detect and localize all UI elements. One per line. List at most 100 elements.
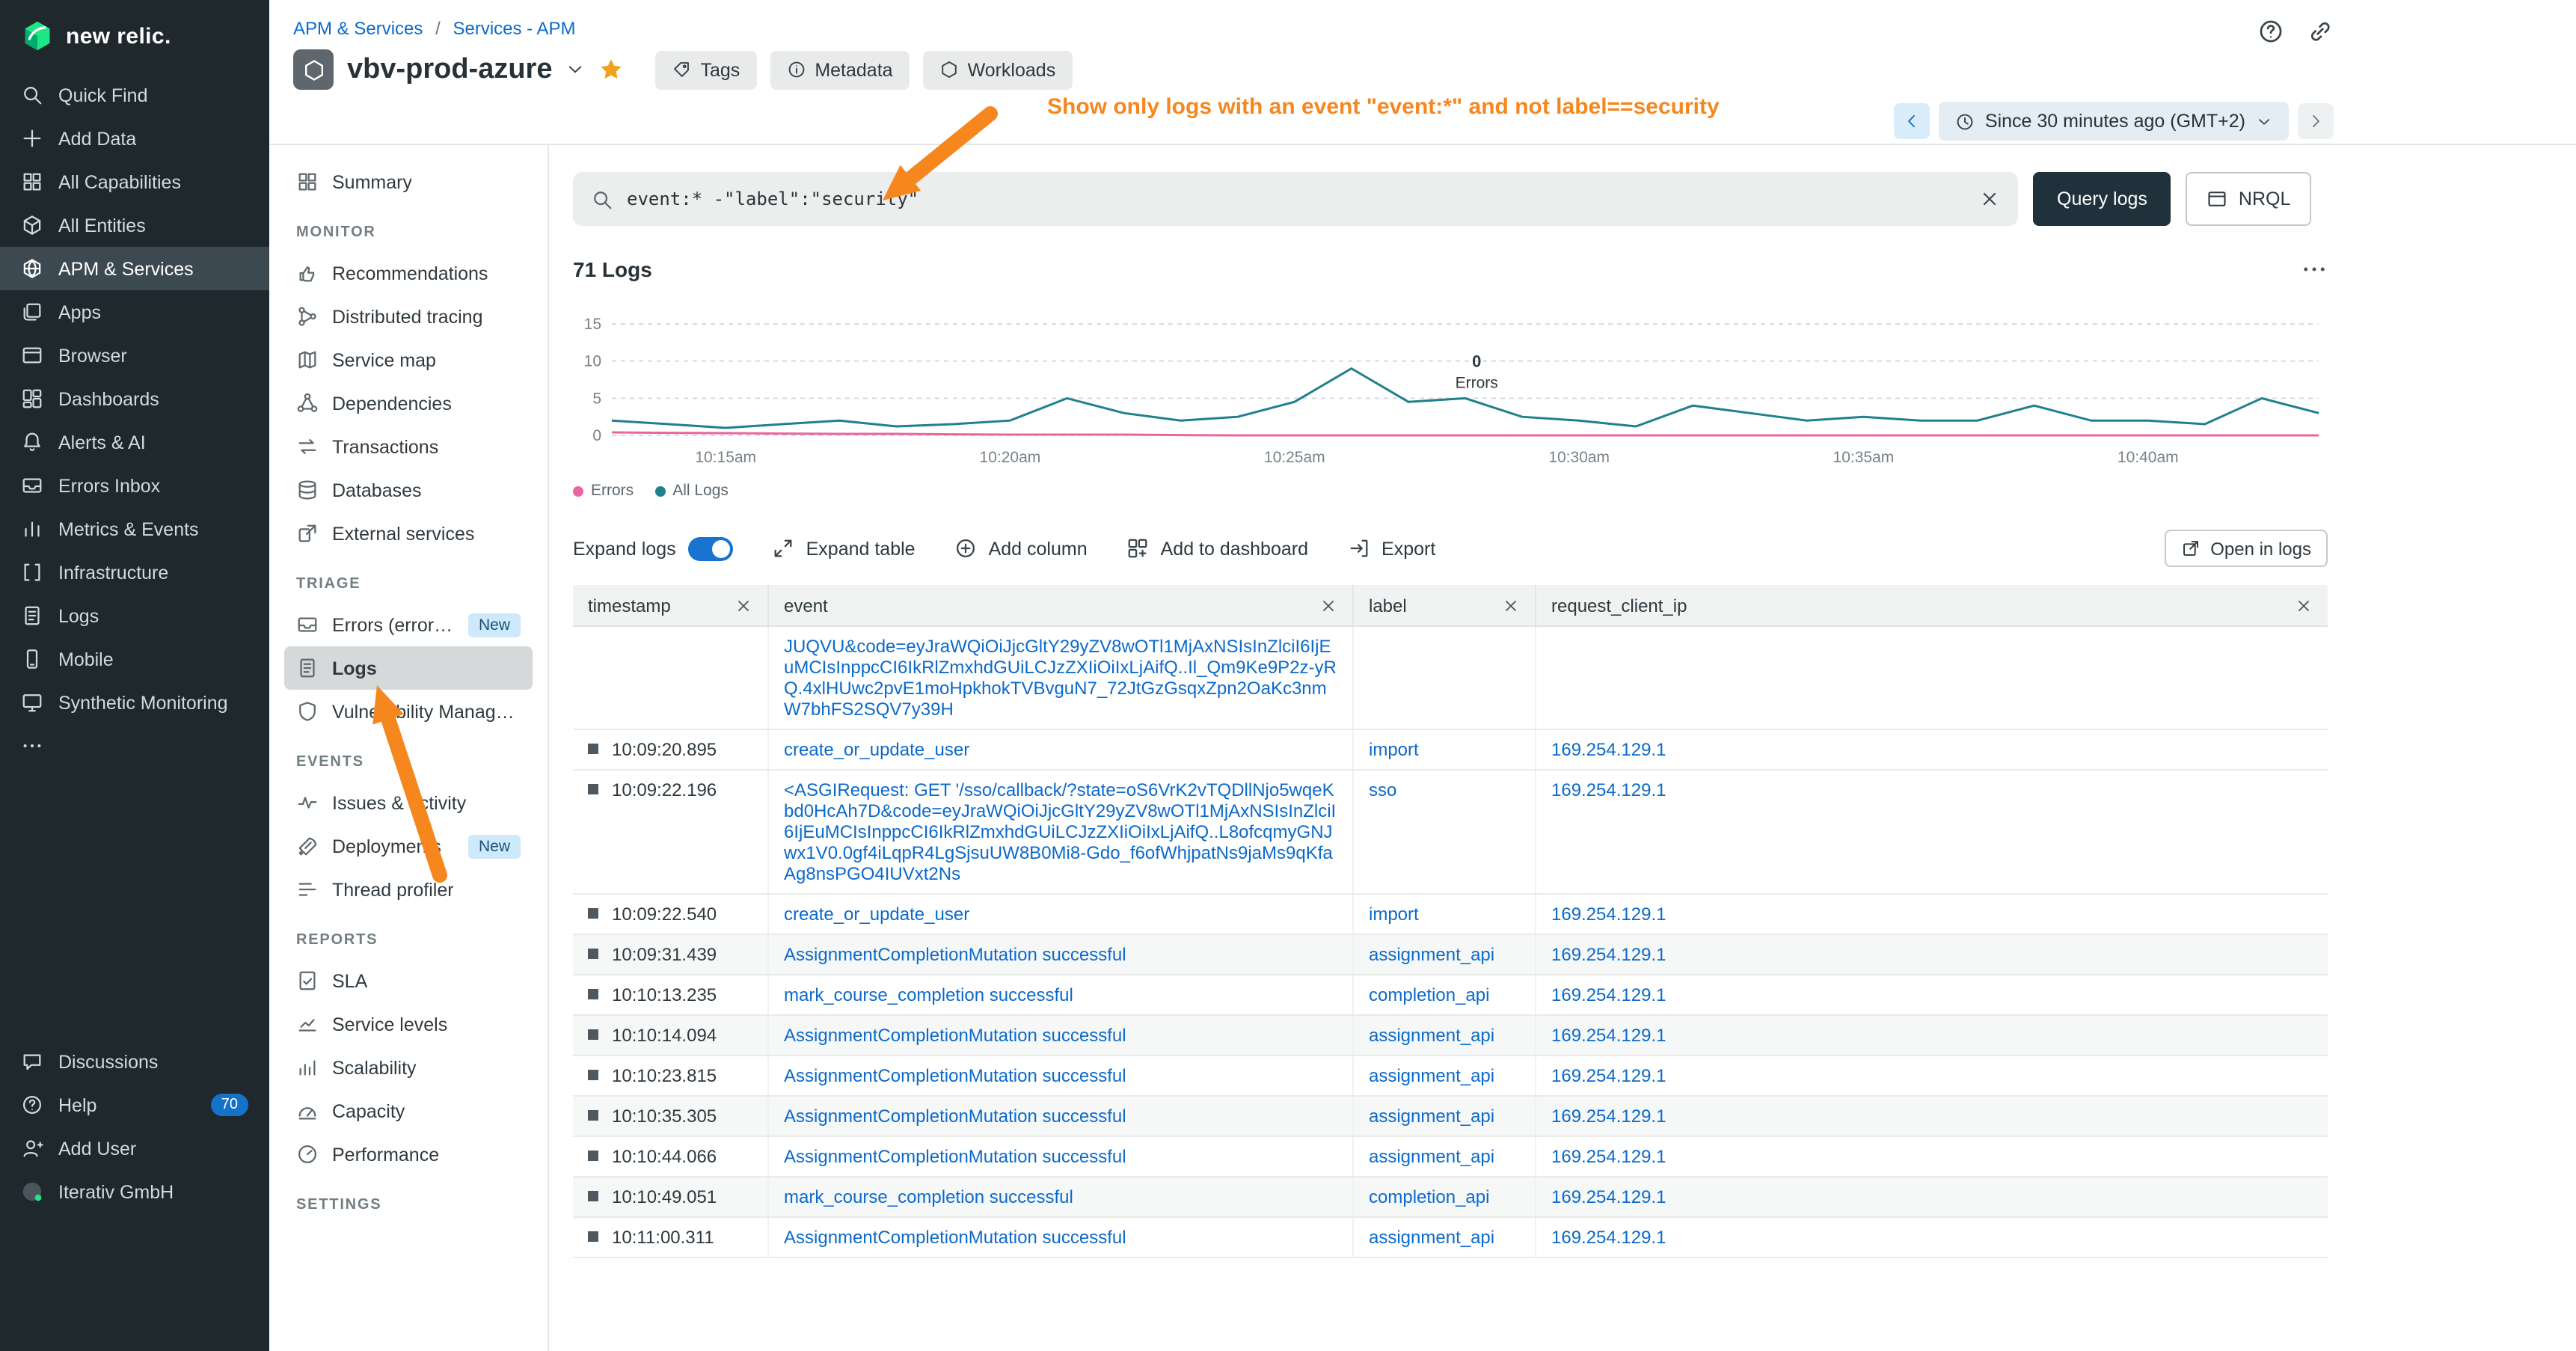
secnav-item-service-map[interactable]: Service map (284, 338, 533, 382)
log-row[interactable]: 10:10:13.235mark_course_completion succe… (573, 975, 2328, 1016)
label-link[interactable]: sso (1369, 779, 1396, 800)
secnav-item-performance[interactable]: Performance (284, 1133, 533, 1176)
time-back-button[interactable] (1894, 103, 1930, 139)
event-link[interactable]: mark_course_completion successful (784, 984, 1073, 1005)
sidebar-item-apps[interactable]: Apps (0, 290, 269, 334)
sidebar-item-quick-find[interactable]: Quick Find (0, 73, 269, 117)
secnav-item-databases[interactable]: Databases (284, 468, 533, 512)
row-expander[interactable] (588, 1151, 598, 1161)
ip-link[interactable]: 169.254.129.1 (1551, 984, 1666, 1005)
log-row[interactable]: 10:10:44.066AssignmentCompletionMutation… (573, 1137, 2328, 1177)
expand-logs-toggle[interactable]: Expand logs (573, 536, 733, 560)
remove-column-request-client-ip-button[interactable] (2295, 596, 2313, 614)
log-row[interactable]: 10:09:22.196<ASGIRequest: GET '/sso/call… (573, 771, 2328, 895)
event-link[interactable]: AssignmentCompletionMutation successful (784, 1065, 1126, 1086)
sidebar-item-all-entities[interactable]: All Entities (0, 203, 269, 247)
event-link[interactable]: <ASGIRequest: GET '/sso/callback/?state=… (784, 779, 1337, 884)
row-expander[interactable] (588, 784, 598, 794)
label-link[interactable]: completion_api (1369, 984, 1489, 1005)
event-link[interactable]: AssignmentCompletionMutation successful (784, 1025, 1126, 1046)
secnav-item-external-services[interactable]: External services (284, 512, 533, 555)
log-row[interactable]: 10:10:14.094AssignmentCompletionMutation… (573, 1016, 2328, 1056)
breadcrumb-apm-services[interactable]: APM & Services (293, 18, 423, 39)
label-link[interactable]: assignment_api (1369, 1025, 1494, 1046)
secnav-item-thread-profiler[interactable]: Thread profiler (284, 868, 533, 911)
event-link[interactable]: AssignmentCompletionMutation successful (784, 944, 1126, 965)
sidebar-item-alerts-ai[interactable]: Alerts & AI (0, 420, 269, 464)
ip-link[interactable]: 169.254.129.1 (1551, 944, 1666, 965)
event-link[interactable]: AssignmentCompletionMutation successful (784, 1106, 1126, 1127)
label-link[interactable]: assignment_api (1369, 1227, 1494, 1248)
sidebar-item-infrastructure[interactable]: Infrastructure (0, 551, 269, 594)
clear-query-icon[interactable] (1979, 189, 2000, 209)
open-in-logs-button[interactable]: Open in logs (2164, 530, 2328, 567)
log-row[interactable]: JUQVU&code=eyJraWQiOiJjcGltY29yZV8wOTl1M… (573, 627, 2328, 730)
secnav-item-vulnerability-management[interactable]: Vulnerability Management (284, 690, 533, 733)
sidebar-item-add-data[interactable]: Add Data (0, 117, 269, 160)
event-link[interactable]: AssignmentCompletionMutation successful (784, 1146, 1126, 1167)
sidebar-item-iterativ-gmbh[interactable]: Iterativ GmbH (0, 1170, 269, 1213)
ip-link[interactable]: 169.254.129.1 (1551, 904, 1666, 925)
breadcrumb-services-apm[interactable]: Services - APM (453, 18, 575, 39)
row-expander[interactable] (588, 1110, 598, 1121)
expand-table-button[interactable]: Expand table (772, 537, 916, 560)
legend-all-logs[interactable]: All Logs (654, 482, 729, 500)
secnav-item-service-levels[interactable]: Service levels (284, 1002, 533, 1046)
time-forward-button[interactable] (2298, 103, 2334, 139)
log-row[interactable]: 10:09:31.439AssignmentCompletionMutation… (573, 935, 2328, 975)
secnav-item-dependencies[interactable]: Dependencies (284, 382, 533, 425)
remove-column-timestamp-button[interactable] (735, 596, 752, 614)
log-row[interactable]: 10:09:20.895create_or_update_userimport1… (573, 730, 2328, 771)
secnav-item-deployments[interactable]: DeploymentsNew (284, 824, 533, 868)
log-row[interactable]: 10:10:35.305AssignmentCompletionMutation… (573, 1097, 2328, 1137)
ip-link[interactable]: 169.254.129.1 (1551, 1146, 1666, 1167)
secnav-item-sla[interactable]: SLA (284, 959, 533, 1002)
sidebar-item-all-capabilities[interactable]: All Capabilities (0, 160, 269, 203)
label-link[interactable]: import (1369, 904, 1419, 925)
sidebar-item-errors-inbox[interactable]: Errors Inbox (0, 464, 269, 507)
label-link[interactable]: completion_api (1369, 1186, 1489, 1207)
secnav-item-logs[interactable]: Logs (284, 646, 533, 690)
row-expander[interactable] (588, 908, 598, 919)
nrql-button[interactable]: NRQL (2186, 172, 2311, 226)
metadata-button[interactable]: Metadata (770, 50, 909, 89)
toggle-on-icon[interactable] (688, 536, 733, 560)
entity-switcher-chevron-icon[interactable] (566, 60, 586, 79)
secnav-item-transactions[interactable]: Transactions (284, 425, 533, 468)
ip-link[interactable]: 169.254.129.1 (1551, 739, 1666, 760)
secnav-item-distributed-tracing[interactable]: Distributed tracing (284, 295, 533, 338)
secnav-item-summary[interactable]: Summary (284, 160, 533, 203)
legend-errors[interactable]: Errors (573, 482, 634, 500)
tags-button[interactable]: Tags (656, 50, 757, 89)
time-picker[interactable]: Since 30 minutes ago (GMT+2) (1939, 102, 2289, 141)
remove-column-label-button[interactable] (1502, 596, 1520, 614)
ip-link[interactable]: 169.254.129.1 (1551, 1025, 1666, 1046)
remove-column-event-button[interactable] (1319, 596, 1337, 614)
sidebar-item-metrics-events[interactable]: Metrics & Events (0, 507, 269, 551)
label-link[interactable]: import (1369, 739, 1419, 760)
workloads-button[interactable]: Workloads (923, 50, 1073, 89)
sidebar-item-add-user[interactable]: Add User (0, 1127, 269, 1170)
query-logs-button[interactable]: Query logs (2033, 172, 2171, 226)
row-expander[interactable] (588, 989, 598, 999)
add-column-button[interactable]: Add column (954, 537, 1088, 560)
event-link[interactable]: JUQVU&code=eyJraWQiOiJjcGltY29yZV8wOTl1M… (784, 636, 1337, 720)
sidebar-item-synthetic-monitoring[interactable]: Synthetic Monitoring (0, 681, 269, 724)
ip-link[interactable]: 169.254.129.1 (1551, 1106, 1666, 1127)
log-row[interactable]: 10:10:23.815AssignmentCompletionMutation… (573, 1056, 2328, 1097)
secnav-item-errors-errors-inb[interactable]: Errors (errors inb...New (284, 603, 533, 646)
row-expander[interactable] (588, 1070, 598, 1080)
export-button[interactable]: Export (1347, 537, 1435, 560)
log-row[interactable]: 10:09:22.540create_or_update_userimport1… (573, 895, 2328, 935)
event-link[interactable]: AssignmentCompletionMutation successful (784, 1227, 1126, 1248)
log-row[interactable]: 10:10:49.051mark_course_completion succe… (573, 1177, 2328, 1218)
secnav-item-recommendations[interactable]: Recommendations (284, 251, 533, 295)
newrelic-logo[interactable]: new relic. (0, 0, 269, 73)
label-link[interactable]: assignment_api (1369, 1106, 1494, 1127)
secnav-item-capacity[interactable]: Capacity (284, 1089, 533, 1133)
label-link[interactable]: assignment_api (1369, 1146, 1494, 1167)
sidebar-item-mobile[interactable]: Mobile (0, 637, 269, 681)
ip-link[interactable]: 169.254.129.1 (1551, 1065, 1666, 1086)
secnav-item-issues-activity[interactable]: Issues & activity (284, 781, 533, 824)
favorite-star-icon[interactable] (599, 57, 625, 82)
